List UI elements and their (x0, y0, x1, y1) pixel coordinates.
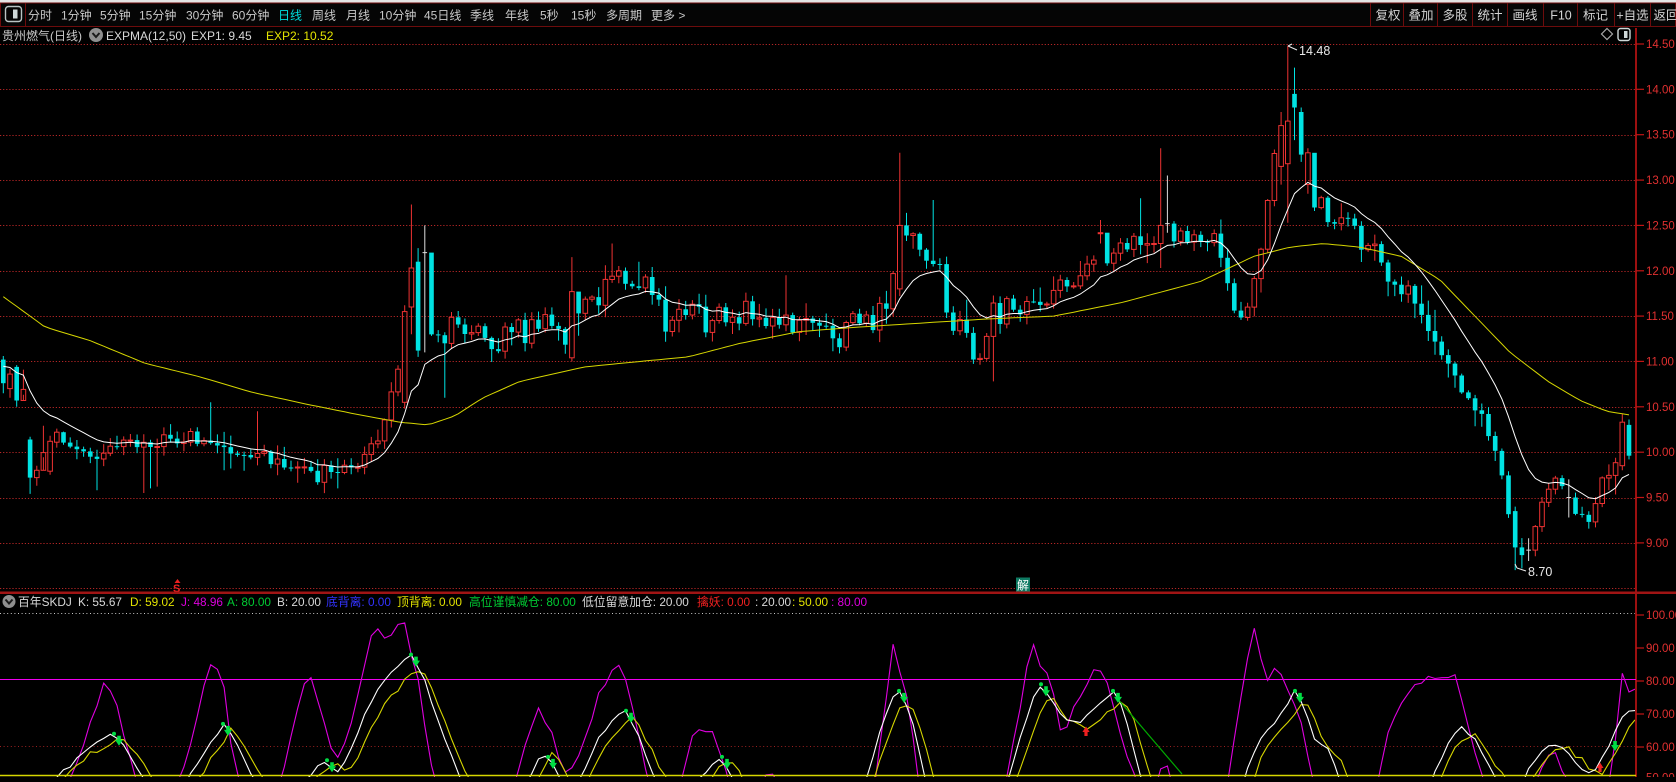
svg-text:90.00: 90.00 (1646, 643, 1675, 655)
svg-text:高位谨慎减仓: 80.00: 高位谨慎减仓: 80.00 (469, 595, 576, 609)
svg-text:多周期: 多周期 (606, 9, 642, 23)
svg-text:14.50: 14.50 (1646, 39, 1675, 51)
svg-text:9.50: 9.50 (1646, 493, 1668, 505)
svg-text:60分钟: 60分钟 (232, 8, 269, 23)
svg-text:EXP2: 10.52: EXP2: 10.52 (266, 29, 334, 43)
svg-text:F10: F10 (1550, 9, 1572, 23)
svg-text:100.00: 100.00 (1646, 610, 1676, 622)
svg-text:EXPMA(12,50): EXPMA(12,50) (106, 29, 186, 43)
svg-text:EXP1: 9.45: EXP1: 9.45 (191, 29, 252, 43)
svg-text:分时: 分时 (28, 9, 52, 23)
svg-text:B: 20.00: B: 20.00 (277, 595, 321, 609)
svg-text:底背离: 0.00: 底背离: 0.00 (326, 595, 391, 609)
svg-text:百年SKDJ: 百年SKDJ (18, 595, 72, 609)
svg-text:5分钟: 5分钟 (100, 8, 131, 23)
svg-text:A: 80.00: A: 80.00 (227, 595, 271, 609)
svg-text:日线: 日线 (278, 9, 302, 23)
svg-text:标记: 标记 (1583, 9, 1609, 23)
svg-text:解: 解 (1017, 579, 1029, 593)
svg-text:45日线: 45日线 (424, 9, 461, 23)
svg-text:多股: 多股 (1442, 9, 1468, 23)
svg-text:13.00: 13.00 (1646, 175, 1675, 187)
svg-text:J: 48.96: J: 48.96 (181, 595, 223, 609)
svg-text:季线: 季线 (470, 9, 494, 23)
svg-text:5秒: 5秒 (540, 9, 559, 23)
svg-text:叠加: 叠加 (1408, 9, 1433, 23)
svg-text:9.00: 9.00 (1646, 538, 1668, 550)
svg-text:14.48: 14.48 (1299, 44, 1330, 58)
svg-text:10.00: 10.00 (1646, 447, 1675, 459)
svg-text:15秒: 15秒 (571, 9, 596, 23)
svg-text:返回: 返回 (1653, 9, 1676, 23)
svg-text:顶背离: 0.00: 顶背离: 0.00 (397, 595, 462, 609)
svg-text:8.70: 8.70 (1528, 565, 1552, 579)
svg-text:D: 59.02: D: 59.02 (130, 595, 175, 609)
svg-text:13.50: 13.50 (1646, 130, 1675, 142)
svg-text:更多 >: 更多 > (651, 9, 685, 23)
svg-text:贵州燃气(日线): 贵州燃气(日线) (2, 28, 82, 43)
svg-text:11.50: 11.50 (1646, 311, 1674, 323)
svg-text:K: 55.67: K: 55.67 (78, 595, 122, 609)
svg-text:画线: 画线 (1512, 9, 1538, 23)
svg-text:70.00: 70.00 (1646, 709, 1675, 721)
svg-text:月线: 月线 (346, 9, 370, 23)
svg-text:擒妖: 0.00: 擒妖: 0.00 (697, 595, 751, 609)
svg-text:30分钟: 30分钟 (186, 8, 223, 23)
svg-text:: 20.00: : 20.00 (755, 595, 792, 609)
svg-text:+自选: +自选 (1616, 9, 1649, 23)
svg-text:复权: 复权 (1375, 8, 1401, 23)
svg-text:14.00: 14.00 (1646, 84, 1675, 96)
svg-text:12.00: 12.00 (1646, 266, 1675, 278)
svg-text:50.00: 50.00 (1646, 773, 1675, 778)
svg-text:年线: 年线 (505, 9, 529, 23)
svg-text:10分钟: 10分钟 (379, 8, 416, 23)
svg-text:80.00: 80.00 (1646, 676, 1675, 688)
svg-text:12.50: 12.50 (1646, 220, 1675, 232)
svg-text:周线: 周线 (312, 9, 336, 23)
svg-text:11.00: 11.00 (1646, 356, 1674, 368)
svg-text:1分钟: 1分钟 (61, 8, 92, 23)
svg-text:低位留意加仓: 20.00: 低位留意加仓: 20.00 (582, 595, 689, 609)
svg-text:60.00: 60.00 (1646, 742, 1675, 754)
svg-text:: 80.00: : 80.00 (831, 595, 868, 609)
svg-text:15分钟: 15分钟 (139, 8, 176, 23)
svg-text:统计: 统计 (1477, 9, 1502, 23)
svg-text:10.50: 10.50 (1646, 402, 1675, 414)
svg-text:: 50.00: : 50.00 (792, 595, 829, 609)
